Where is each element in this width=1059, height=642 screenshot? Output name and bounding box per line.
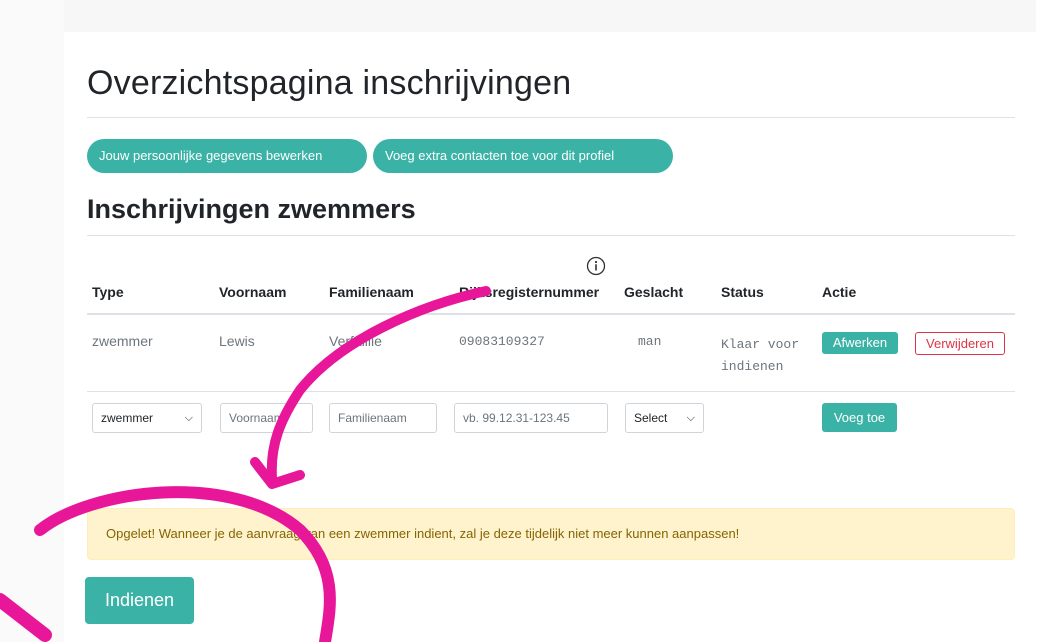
col-rijksregisternummer: Rijksregisternummer [459, 284, 600, 300]
col-status: Status [721, 284, 764, 300]
row-rijksregisternummer: 09083109327 [459, 334, 545, 349]
add-row-button[interactable]: Voeg toe [822, 403, 897, 432]
type-select[interactable]: zwemmer ⌵ [92, 403, 202, 433]
top-bar [64, 0, 1036, 32]
chevron-down-icon: ⌵ [184, 412, 193, 424]
complete-button[interactable]: Afwerken [822, 332, 898, 354]
chevron-down-icon: ⌵ [686, 412, 695, 424]
page-gutter [0, 0, 64, 642]
col-familienaam: Familienaam [329, 284, 414, 300]
section-title: Inschrijvingen zwemmers [87, 194, 416, 224]
type-select-value: zwemmer [101, 411, 154, 425]
col-voornaam: Voornaam [219, 284, 287, 300]
row-familienaam: Verfaillie [329, 333, 382, 349]
rijksregister-input[interactable]: vb. 99.12.31-123.45 [454, 403, 608, 433]
row-geslacht: man [638, 334, 662, 349]
header-divider [87, 313, 1015, 315]
info-icon[interactable] [586, 256, 606, 276]
row-type: zwemmer [92, 333, 153, 349]
row-divider [87, 391, 1015, 392]
gender-select[interactable]: Select ⌵ [625, 403, 704, 433]
col-type: Type [92, 284, 124, 300]
submit-button[interactable]: Indienen [85, 577, 194, 624]
voornaam-input[interactable]: Voornaam [220, 403, 313, 433]
col-geslacht: Geslacht [624, 284, 684, 300]
edit-personal-button[interactable]: Jouw persoonlijke gegevens bewerken [87, 139, 367, 173]
row-voornaam: Lewis [219, 333, 255, 349]
gender-select-value: Select [634, 411, 668, 425]
familienaam-input[interactable]: Familienaam [329, 403, 437, 433]
row-status: Klaar voor indienen [721, 337, 800, 374]
add-contacts-button[interactable]: Voeg extra contacten toe voor dit profie… [373, 139, 673, 173]
delete-button[interactable]: Verwijderen [915, 332, 1005, 355]
section-divider [87, 235, 1015, 236]
col-actie: Actie [822, 284, 857, 300]
title-divider [87, 117, 1015, 118]
warning-alert: Opgelet! Wanneer je de aanvraag van een … [87, 508, 1015, 560]
page-title: Overzichtspagina inschrijvingen [87, 64, 572, 102]
